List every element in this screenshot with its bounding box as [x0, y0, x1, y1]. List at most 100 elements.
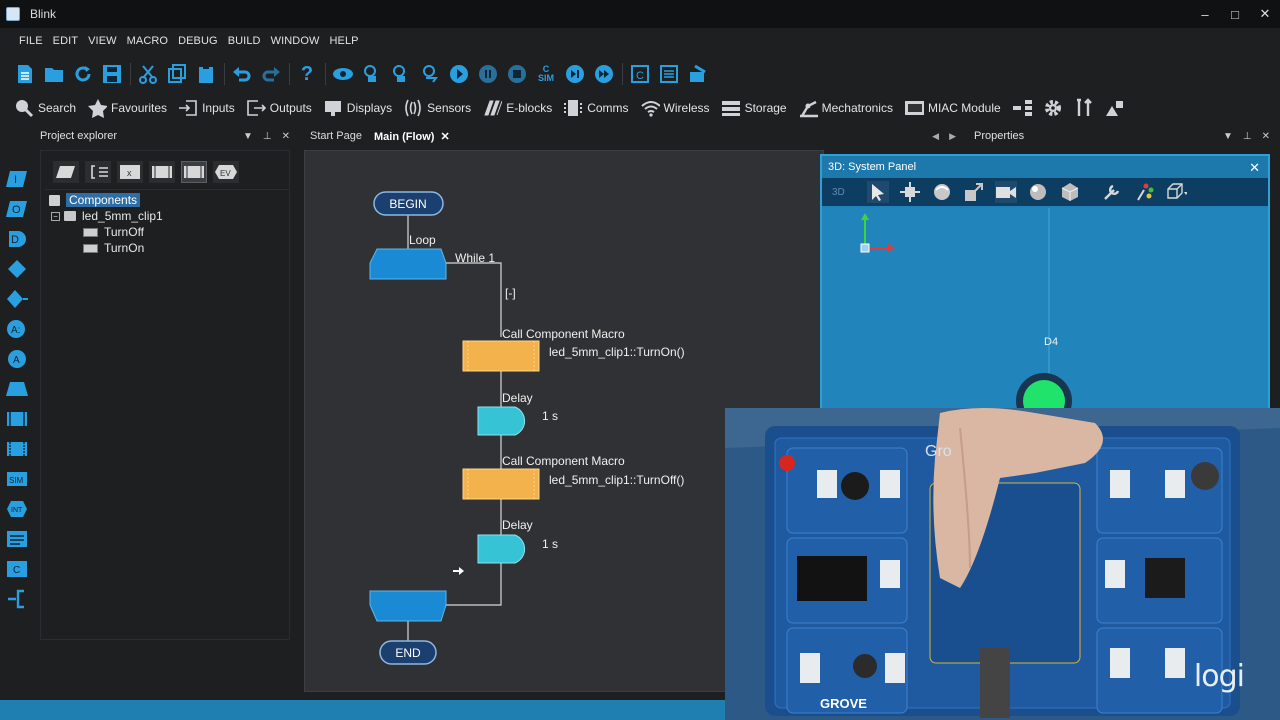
decision-icon[interactable] [6, 258, 28, 280]
ict-icon[interactable] [390, 63, 412, 85]
call-macro-block-turnoff[interactable]: Call Component Macro led_5mm_clip1::Turn… [462, 454, 684, 500]
settings-button[interactable] [1043, 98, 1063, 118]
output-icon[interactable]: O [6, 198, 28, 220]
tab-main-flow[interactable]: Main (Flow) ✕ [368, 130, 456, 143]
outputs-button[interactable]: Outputs [246, 98, 312, 118]
loop-start-block[interactable]: Loop While 1 [369, 233, 495, 280]
system-panel-viewport[interactable]: D4 [822, 208, 1268, 429]
compile-to-chip-icon[interactable] [687, 63, 709, 85]
displays-button[interactable]: Displays [323, 98, 392, 118]
menu-view[interactable]: VIEW [83, 35, 122, 47]
macro-icon[interactable] [6, 408, 28, 430]
close-icon[interactable]: ✕ [1249, 160, 1260, 176]
stop-icon[interactable] [506, 63, 528, 85]
chevron-down-icon[interactable]: ▼ [243, 131, 253, 142]
reload-icon[interactable] [72, 63, 94, 85]
delay-icon[interactable]: D [6, 228, 28, 250]
c-code-block-icon[interactable]: C [6, 558, 28, 580]
explorer-tool-macros[interactable] [149, 161, 175, 183]
inputs-button[interactable]: Inputs [178, 98, 235, 118]
close-icon[interactable]: ✕ [1262, 131, 1270, 142]
tab-start-page[interactable]: Start Page [304, 130, 368, 142]
close-icon[interactable]: ✕ [282, 131, 290, 142]
tree-item-macro[interactable]: TurnOn [83, 241, 144, 255]
wireless-button[interactable]: Wireless [640, 98, 710, 118]
scale-icon[interactable] [963, 181, 985, 203]
search-button[interactable]: Search [14, 98, 76, 118]
c-code-icon[interactable]: C [629, 63, 651, 85]
delay-block-1[interactable]: Delay 1 s [477, 391, 558, 436]
favourites-button[interactable]: Favourites [87, 98, 167, 118]
debug-step-icon[interactable] [419, 63, 441, 85]
pin-icon[interactable]: ⊥ [1243, 131, 1252, 142]
open-folder-icon[interactable] [43, 63, 65, 85]
bounding-box-dropdown-icon[interactable] [1165, 181, 1187, 203]
c-sim-icon[interactable]: C SIM [535, 63, 557, 85]
shapes-button[interactable] [1105, 98, 1125, 118]
colors-icon[interactable] [1133, 181, 1155, 203]
paste-icon[interactable] [195, 63, 217, 85]
comms-button[interactable]: Comms [563, 98, 629, 118]
new-file-icon[interactable] [14, 63, 36, 85]
simulation-icon[interactable]: SIM [6, 468, 28, 490]
pointer-icon[interactable] [866, 181, 889, 203]
rotate-icon[interactable] [931, 181, 953, 203]
explorer-tool-component-macros[interactable] [181, 161, 207, 183]
miac-module-button[interactable]: MIAC Module [904, 98, 1001, 118]
delay-block-2[interactable]: Delay 1 s [477, 518, 558, 564]
string-icon[interactable]: A [6, 348, 28, 370]
minimize-button[interactable]: – [1190, 0, 1220, 28]
pause-icon[interactable] [477, 63, 499, 85]
tree-view-button[interactable] [1012, 98, 1032, 118]
cut-icon[interactable] [137, 63, 159, 85]
menu-file[interactable]: FILE [14, 35, 48, 47]
menu-window[interactable]: WINDOW [266, 35, 325, 47]
close-window-button[interactable]: ✕ [1250, 0, 1280, 28]
step-into-icon[interactable] [593, 63, 615, 85]
tree-item-component[interactable]: − led_5mm_clip1 [51, 209, 163, 223]
step-over-icon[interactable] [564, 63, 586, 85]
tab-next-icon[interactable]: ▶ [949, 131, 956, 142]
camera-view-icon[interactable] [994, 181, 1017, 203]
wrench-icon[interactable] [1101, 181, 1123, 203]
ics-icon[interactable] [361, 63, 383, 85]
tree-root-components[interactable]: Components [49, 193, 141, 207]
chevron-down-icon[interactable]: ▼ [1223, 131, 1233, 142]
switch-icon[interactable] [6, 288, 28, 310]
undo-icon[interactable] [231, 63, 253, 85]
collapse-toggle[interactable]: − [51, 211, 60, 221]
pin-icon[interactable]: ⊥ [263, 131, 272, 142]
explorer-tool-calculation[interactable]: x [117, 161, 143, 183]
cube-icon[interactable] [1059, 181, 1081, 203]
tab-prev-icon[interactable]: ◀ [932, 131, 939, 142]
redo-icon[interactable] [260, 63, 282, 85]
calculation-icon[interactable]: A: [6, 318, 28, 340]
mechatronics-button[interactable]: Mechatronics [798, 98, 893, 118]
storage-button[interactable]: Storage [721, 98, 787, 118]
menu-help[interactable]: HELP [324, 35, 363, 47]
explorer-tool-variables[interactable] [85, 161, 111, 183]
sensors-button[interactable]: Sensors [403, 98, 471, 118]
copy-icon[interactable] [166, 63, 188, 85]
loop-end-block[interactable] [369, 590, 447, 622]
close-tab-icon[interactable]: ✕ [440, 131, 449, 143]
menu-debug[interactable]: DEBUG [173, 35, 223, 47]
collapse-label[interactable]: [-] [505, 286, 516, 300]
play-icon[interactable] [448, 63, 470, 85]
loop-icon[interactable] [6, 378, 28, 400]
component-macro-icon[interactable] [6, 438, 28, 460]
eblocks-button[interactable]: E-blocks [482, 98, 552, 118]
view-icon[interactable] [332, 63, 354, 85]
explorer-tool-events[interactable]: EV [213, 161, 239, 183]
menu-build[interactable]: BUILD [223, 35, 266, 47]
save-icon[interactable] [101, 63, 123, 85]
input-icon[interactable]: I [6, 168, 28, 190]
sphere-icon[interactable] [1027, 181, 1049, 203]
tools-button[interactable] [1074, 98, 1094, 118]
begin-terminal[interactable]: BEGIN [373, 191, 444, 216]
menu-macro[interactable]: MACRO [122, 35, 173, 47]
menu-edit[interactable]: EDIT [48, 35, 83, 47]
call-macro-block-turnon[interactable]: Call Component Macro led_5mm_clip1::Turn… [462, 327, 685, 372]
end-terminal[interactable]: END [379, 640, 437, 665]
interrupt-icon[interactable]: INT [6, 498, 28, 520]
